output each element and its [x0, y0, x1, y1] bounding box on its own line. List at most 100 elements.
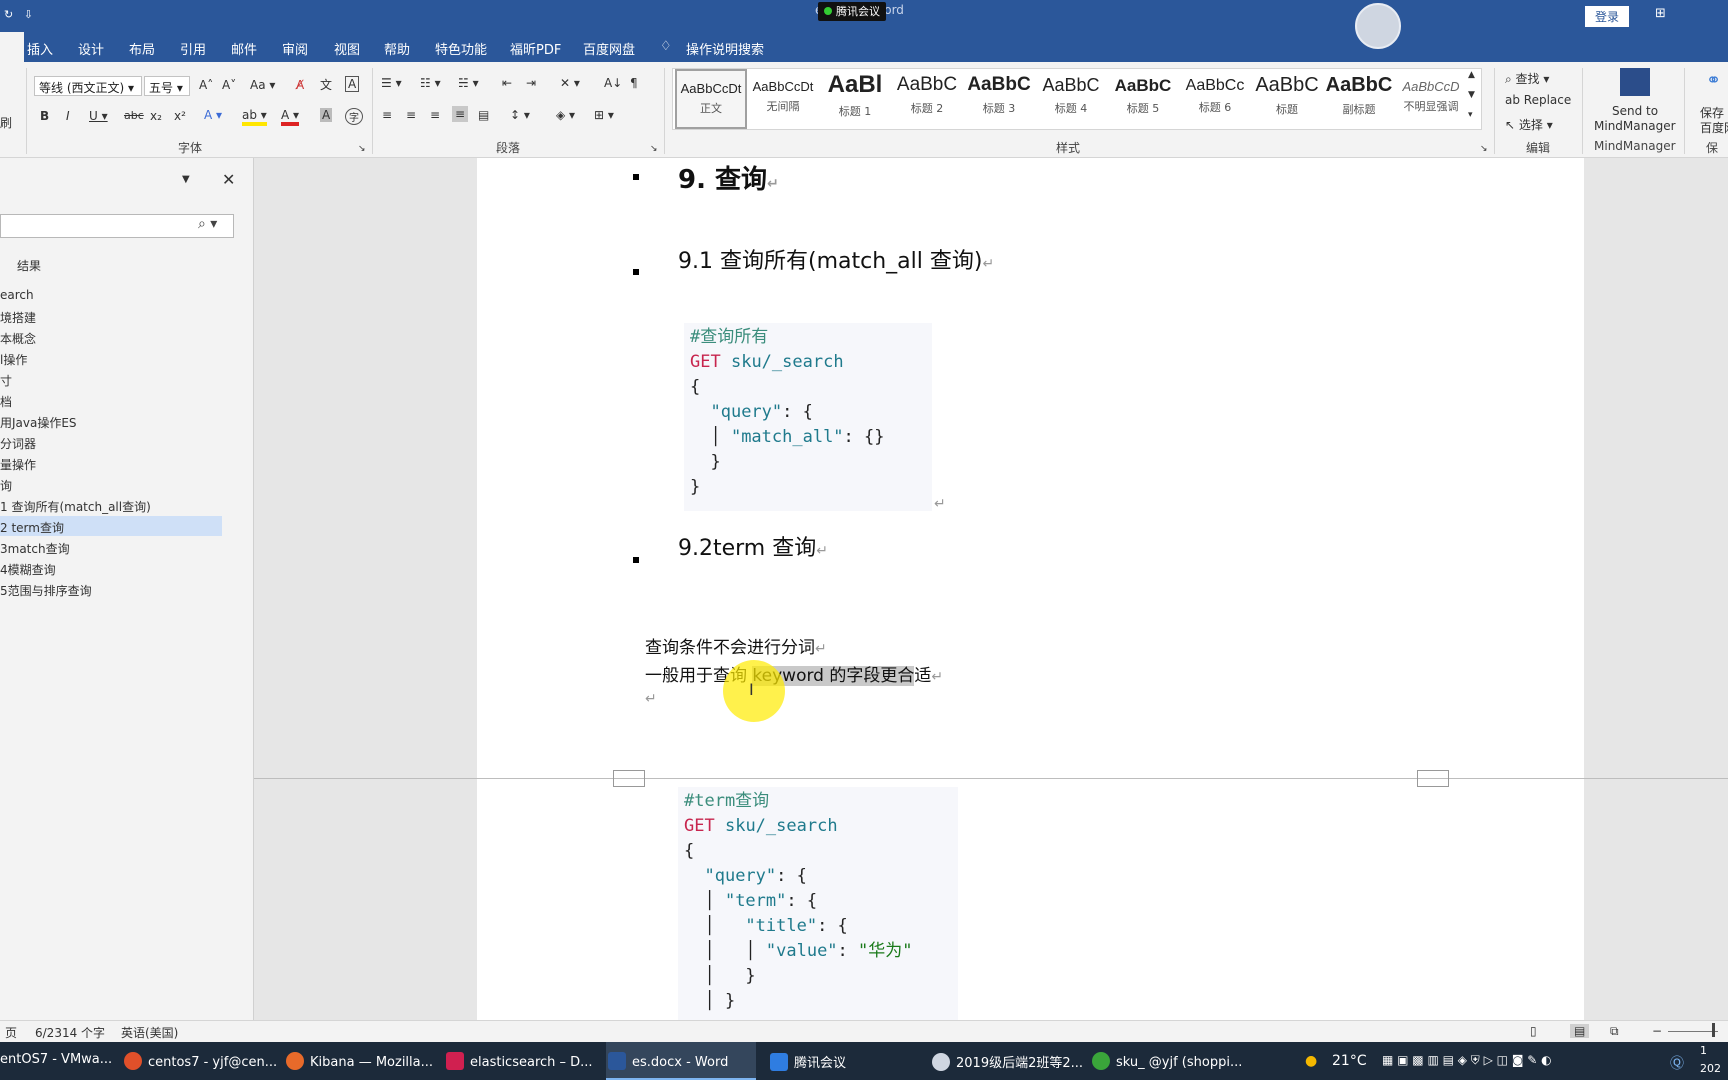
font-color-icon[interactable]: A ▾: [281, 108, 300, 126]
styles-scroll-up-icon[interactable]: ▲: [1468, 70, 1475, 80]
nav-heading-selected[interactable]: 2 term查询: [0, 516, 222, 536]
taskbar-item-elasticsearch[interactable]: elasticsearch – D...: [446, 1042, 594, 1080]
style-subtle-emphasis[interactable]: AaBbCcD 不明显强调: [1395, 69, 1467, 129]
style-heading-3[interactable]: AaBbC 标题 3: [963, 69, 1035, 129]
search-icon[interactable]: Ⓠ: [1670, 1053, 1684, 1073]
tell-me-icon[interactable]: ♢: [660, 39, 672, 54]
align-left-icon[interactable]: ≡: [382, 108, 392, 122]
code-block-match-all[interactable]: #查询所有 GET sku/_search { "query": { │ "ma…: [684, 323, 932, 511]
login-button[interactable]: 登录: [1585, 6, 1630, 27]
style-heading-6[interactable]: AaBbCc 标题 6: [1179, 69, 1251, 129]
search-icon[interactable]: ⌕ ▾: [198, 216, 217, 232]
distributed-icon[interactable]: ▤: [478, 108, 489, 122]
nav-heading[interactable]: 1 查询所有(match_all查询): [0, 495, 222, 515]
tab-help[interactable]: 帮助: [384, 39, 410, 58]
clock-time[interactable]: 1: [1700, 1044, 1707, 1057]
quick-access-toolbar[interactable]: ↻ ⇩: [4, 8, 33, 21]
italic-button[interactable]: I: [66, 109, 70, 123]
tab-tell-me[interactable]: 操作说明搜索: [686, 39, 764, 58]
paragraph-no-analysis[interactable]: 查询条件不会进行分词↵: [645, 633, 827, 658]
styles-scroll-down-icon[interactable]: ▼: [1468, 90, 1475, 100]
decrease-indent-icon[interactable]: ⇤: [502, 76, 512, 90]
style-heading-2[interactable]: AaBbC 标题 2: [891, 69, 963, 129]
enclose-characters-icon[interactable]: 字: [345, 108, 363, 125]
nav-heading[interactable]: 4模糊查询: [0, 558, 222, 578]
align-right-icon[interactable]: ≡: [430, 108, 440, 122]
meeting-badge[interactable]: 腾讯会议: [818, 2, 886, 21]
select-button[interactable]: ↖ 选择 ▾: [1505, 116, 1553, 133]
subscript-button[interactable]: x₂: [150, 109, 162, 123]
tab-mailings[interactable]: 邮件: [231, 39, 257, 58]
nav-heading[interactable]: 询: [0, 474, 222, 494]
avatar[interactable]: [1355, 3, 1401, 49]
style-heading-1[interactable]: AaBl 标题 1: [819, 69, 891, 129]
style-subtitle[interactable]: AaBbC 副标题: [1323, 69, 1395, 129]
tab-features[interactable]: 特色功能: [435, 39, 487, 58]
nav-heading[interactable]: 档: [0, 390, 222, 410]
print-layout-icon[interactable]: ▤: [1570, 1024, 1590, 1038]
page[interactable]: 9. 查询↵ 9.1 查询所有(match_all 查询)↵ #查询所有 GET…: [477, 158, 1584, 782]
word-count[interactable]: 6/2314 个字: [35, 1024, 105, 1041]
line-spacing-icon[interactable]: ↕ ▾: [510, 108, 530, 122]
baidu-pan-label[interactable]: 百度网: [1700, 119, 1728, 136]
justify-icon[interactable]: ≡: [452, 106, 469, 122]
nav-heading[interactable]: l操作: [0, 348, 222, 368]
style-heading-5[interactable]: AaBbC 标题 5: [1107, 69, 1179, 129]
taskbar-item-class[interactable]: 2019级后端2班等2...: [932, 1042, 1083, 1080]
numbering-icon[interactable]: ☷ ▾: [420, 76, 441, 90]
code-block-term[interactable]: #term查询 GET sku/_search { "query": { │ "…: [678, 787, 958, 1020]
nav-heading[interactable]: 3match查询: [0, 537, 222, 557]
mindmanager-label[interactable]: MindManager: [1594, 119, 1676, 133]
zoom-slider[interactable]: [1668, 1031, 1718, 1032]
font-name-combo[interactable]: 等线 (西文正文) ▾: [34, 76, 142, 96]
heading-9[interactable]: 9. 查询↵: [678, 159, 779, 196]
replace-button[interactable]: ab Replace: [1505, 93, 1571, 107]
send-to-label[interactable]: Send to: [1612, 104, 1658, 118]
nav-heading[interactable]: 5范围与排序查询: [0, 579, 222, 599]
taskbar-item-vmware[interactable]: entOS7 - VMwa...: [0, 1042, 118, 1080]
font-dialog-launcher-icon[interactable]: ↘: [358, 144, 366, 154]
bullets-icon[interactable]: ☰ ▾: [381, 76, 402, 90]
tab-foxit-pdf[interactable]: 福昕PDF: [510, 39, 561, 58]
borders-icon[interactable]: ⊞ ▾: [594, 108, 614, 122]
taskbar-item-word[interactable]: es.docx - Word: [606, 1042, 756, 1080]
nav-heading[interactable]: 境搭建: [0, 306, 222, 326]
show-marks-icon[interactable]: ¶: [630, 76, 638, 90]
chinese-layout-icon[interactable]: ✕ ▾: [560, 76, 580, 90]
find-button[interactable]: ⌕ 查找 ▾: [1505, 70, 1549, 87]
read-mode-icon[interactable]: ▯: [1530, 1024, 1537, 1038]
character-border-icon[interactable]: A: [345, 76, 360, 92]
web-layout-icon[interactable]: ⧉: [1610, 1024, 1619, 1039]
shading-icon[interactable]: ◈ ▾: [556, 108, 575, 122]
align-center-icon[interactable]: ≡: [406, 108, 416, 122]
style-title[interactable]: AaBbC 标题: [1251, 69, 1323, 129]
taskbar-item-kibana[interactable]: Kibana — Mozilla...: [286, 1042, 434, 1080]
paragraph-keyword[interactable]: 一般用于查询 keyword 的字段更合适↵: [645, 661, 943, 686]
temperature[interactable]: 21°C: [1332, 1053, 1367, 1069]
nav-options-icon[interactable]: ▼: [182, 174, 190, 185]
tab-baidu-pan[interactable]: 百度网盘: [583, 39, 635, 58]
tab-references[interactable]: 引用: [180, 39, 206, 58]
superscript-button[interactable]: x²: [174, 109, 186, 123]
zoom-slider-thumb[interactable]: [1712, 1023, 1715, 1037]
highlight-icon[interactable]: ab ▾: [242, 108, 267, 126]
font-size-combo[interactable]: 五号 ▾: [144, 76, 190, 96]
tab-insert[interactable]: 插入: [27, 39, 53, 58]
ribbon-display-options-icon[interactable]: ⊞: [1655, 6, 1666, 21]
language-indicator[interactable]: 英语(美国): [121, 1024, 178, 1041]
multilevel-list-icon[interactable]: ☵ ▾: [458, 76, 479, 90]
strikethrough-button[interactable]: abc: [124, 109, 144, 122]
nav-heading[interactable]: 寸: [0, 369, 222, 389]
clock-date[interactable]: 202: [1700, 1062, 1721, 1075]
nav-heading[interactable]: 量操作: [0, 453, 222, 473]
tab-view[interactable]: 视图: [334, 39, 360, 58]
underline-button[interactable]: U ▾: [89, 109, 108, 123]
sort-icon[interactable]: A↓: [604, 76, 622, 90]
grow-font-icon[interactable]: A˄: [199, 78, 213, 92]
bold-button[interactable]: B: [40, 109, 49, 123]
nav-heading[interactable]: 分词器: [0, 432, 222, 452]
shrink-font-icon[interactable]: A˅: [222, 78, 236, 92]
nav-heading[interactable]: 用Java操作ES: [0, 411, 222, 431]
tab-layout[interactable]: 布局: [129, 39, 155, 58]
tray-icons[interactable]: ▦ ▣ ▩ ▥ ▤ ◈ ⛨ ▷ ◫ ◙ ✎ ◐: [1382, 1053, 1552, 1068]
